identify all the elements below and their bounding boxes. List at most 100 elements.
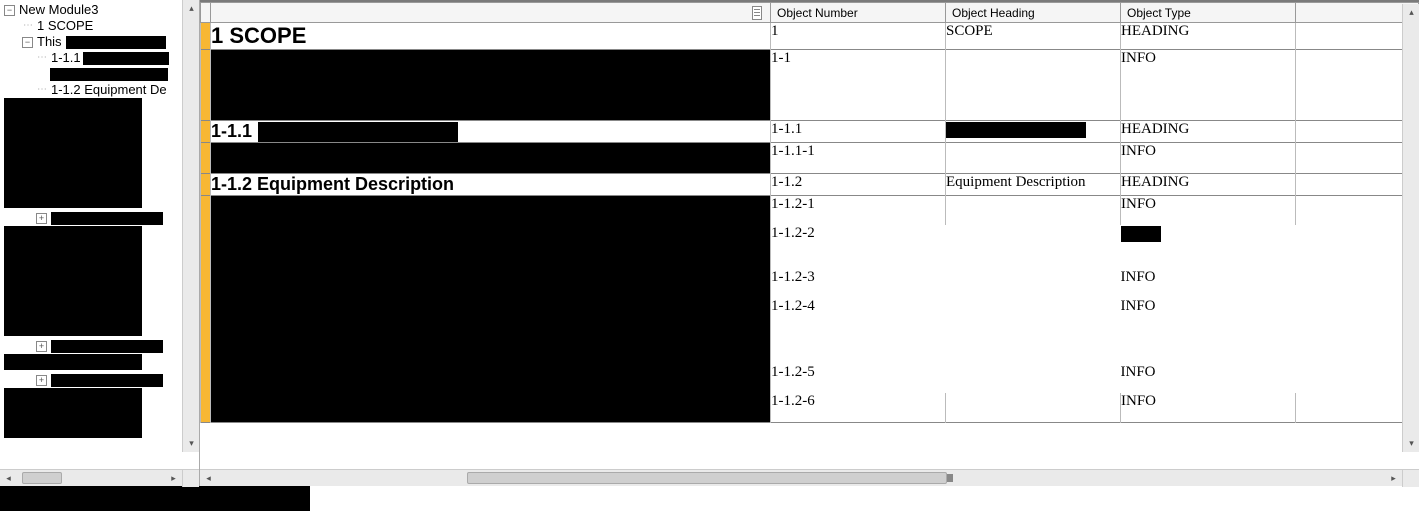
- table-row[interactable]: 1 SCOPE 1 SCOPE HEADING: [201, 23, 1419, 50]
- cell-object-number: 1-1.2-4: [771, 298, 946, 364]
- column-header-marker[interactable]: [201, 3, 211, 23]
- scroll-down-icon[interactable]: ▾: [1403, 435, 1419, 452]
- main-vertical-scrollbar[interactable]: ▴ ▾: [1402, 4, 1419, 452]
- tree-node-expandable[interactable]: +: [4, 338, 199, 354]
- tree-vertical-scrollbar[interactable]: ▴ ▾: [182, 0, 199, 452]
- cell-object-type: INFO: [1121, 50, 1296, 121]
- column-header-object-number[interactable]: Object Number: [771, 3, 946, 23]
- column-options-icon[interactable]: [752, 6, 762, 20]
- cell-object-number: 1-1.2-5: [771, 364, 946, 393]
- module-tree[interactable]: − New Module3 ⋯ 1 SCOPE − This ⋯ 1-1.1: [0, 0, 199, 469]
- cell-object-type: HEADING: [1121, 121, 1296, 143]
- column-header-object-type[interactable]: Object Type: [1121, 3, 1296, 23]
- cell-object-type: [1121, 225, 1296, 269]
- tree-node-label: 1 SCOPE: [37, 18, 93, 34]
- cell-object-number: 1-1.2-2: [771, 225, 946, 269]
- change-bar: [201, 196, 211, 423]
- scrollbar-track[interactable]: [217, 470, 1385, 487]
- cell-object-type: INFO: [1121, 143, 1296, 174]
- tree-node-expandable[interactable]: +: [4, 210, 199, 226]
- redacted-text: [1121, 226, 1161, 242]
- tree-node-1-1-1[interactable]: ⋯ 1-1.1: [4, 50, 199, 66]
- table-row[interactable]: 1-1 INFO: [201, 50, 1419, 121]
- redacted-block: [4, 354, 142, 370]
- redacted-text: [66, 36, 166, 49]
- redacted-text: [946, 122, 1086, 138]
- scroll-left-icon[interactable]: ◂: [200, 470, 217, 487]
- table-row[interactable]: 1-1.2 Equipment Description 1-1.2 Equipm…: [201, 174, 1419, 196]
- redacted-object-text: [211, 50, 770, 120]
- table-header-row: Object Number Object Heading Object Type: [201, 3, 1419, 23]
- expand-icon[interactable]: +: [36, 213, 47, 224]
- scroll-up-icon[interactable]: ▴: [1403, 4, 1419, 21]
- column-header-blank[interactable]: [1296, 3, 1419, 23]
- cell-object-type: HEADING: [1121, 174, 1296, 196]
- tree-connector-icon: ⋯: [36, 85, 47, 96]
- cell-object-type: INFO: [1121, 298, 1296, 364]
- expand-icon[interactable]: +: [36, 341, 47, 352]
- redacted-block: [4, 388, 142, 438]
- scroll-right-icon[interactable]: ▸: [1385, 470, 1402, 487]
- scroll-up-icon[interactable]: ▴: [183, 0, 199, 17]
- app-root: − New Module3 ⋯ 1 SCOPE − This ⋯ 1-1.1: [0, 0, 1419, 486]
- redacted-status-text: [0, 486, 310, 511]
- redacted-text: [83, 52, 169, 65]
- cell-object-heading: [946, 298, 1121, 364]
- tree-node-1-1-2[interactable]: ⋯ 1-1.2 Equipment De: [4, 82, 199, 98]
- cell-object-number: 1-1.2-3: [771, 269, 946, 298]
- cell-object-heading: [946, 225, 1121, 269]
- expand-icon[interactable]: +: [36, 375, 47, 386]
- scroll-down-icon[interactable]: ▾: [183, 435, 199, 452]
- tree-node-scope[interactable]: ⋯ 1 SCOPE: [4, 18, 199, 34]
- tree-node-redacted[interactable]: [4, 66, 199, 82]
- cell-object-type: INFO: [1121, 196, 1296, 226]
- table-row[interactable]: 1-1.1 1-1.1 HEADING: [201, 121, 1419, 143]
- cell-object-heading: [946, 121, 1121, 143]
- redacted-block: [4, 226, 142, 336]
- redacted-object-text: [211, 143, 770, 173]
- redacted-text: [51, 212, 163, 225]
- main-horizontal-scrollbar[interactable]: ◂ ▸: [200, 469, 1419, 486]
- redacted-block: [4, 98, 142, 208]
- change-bar: [201, 121, 211, 143]
- cell-object-heading: [946, 269, 1121, 298]
- scrollbar-marker: [947, 474, 953, 482]
- cell-object-heading: [946, 364, 1121, 393]
- object-table: Object Number Object Heading Object Type…: [200, 2, 1419, 423]
- redacted-text: [51, 374, 163, 387]
- column-header-main[interactable]: [211, 3, 771, 23]
- tree-horizontal-scrollbar[interactable]: ◂ ▸: [0, 469, 199, 486]
- table-row[interactable]: 1-1.2-1 INFO: [201, 196, 1419, 226]
- cell-object-heading: [946, 143, 1121, 174]
- scrollbar-thumb[interactable]: [22, 472, 62, 484]
- tree-node-this[interactable]: − This: [4, 34, 199, 50]
- redacted-object-text: [211, 196, 770, 422]
- cell-object-number: 1-1: [771, 50, 946, 121]
- tree-node-root[interactable]: − New Module3: [4, 2, 199, 18]
- cell-object-heading: [946, 393, 1121, 423]
- tree-node-label: 1-1.1: [51, 50, 81, 66]
- scroll-left-icon[interactable]: ◂: [0, 470, 17, 487]
- tree-node-expandable[interactable]: +: [4, 372, 199, 388]
- cell-object-number: 1-1.2-6: [771, 393, 946, 423]
- scroll-right-icon[interactable]: ▸: [165, 470, 182, 487]
- table-row[interactable]: 1-1.1-1 INFO: [201, 143, 1419, 174]
- collapse-icon[interactable]: −: [22, 37, 33, 48]
- cell-object-number: 1: [771, 23, 946, 50]
- collapse-icon[interactable]: −: [4, 5, 15, 16]
- cell-object-type: INFO: [1121, 364, 1296, 393]
- object-table-viewport[interactable]: Object Number Object Heading Object Type…: [200, 0, 1419, 469]
- tree-node-label: New Module3: [19, 2, 99, 18]
- cell-object-number: 1-1.2-1: [771, 196, 946, 226]
- tree-node-label: This: [37, 34, 62, 50]
- scrollbar-thumb[interactable]: [467, 472, 947, 484]
- change-bar: [201, 23, 211, 50]
- redacted-text: [50, 68, 168, 81]
- column-header-object-heading[interactable]: Object Heading: [946, 3, 1121, 23]
- change-bar: [201, 50, 211, 121]
- redacted-text: [51, 340, 163, 353]
- cell-object-type: INFO: [1121, 393, 1296, 423]
- redacted-text: [258, 122, 458, 142]
- cell-object-number: 1-1.1-1: [771, 143, 946, 174]
- tree-node-label: 1-1.2 Equipment De: [51, 82, 167, 98]
